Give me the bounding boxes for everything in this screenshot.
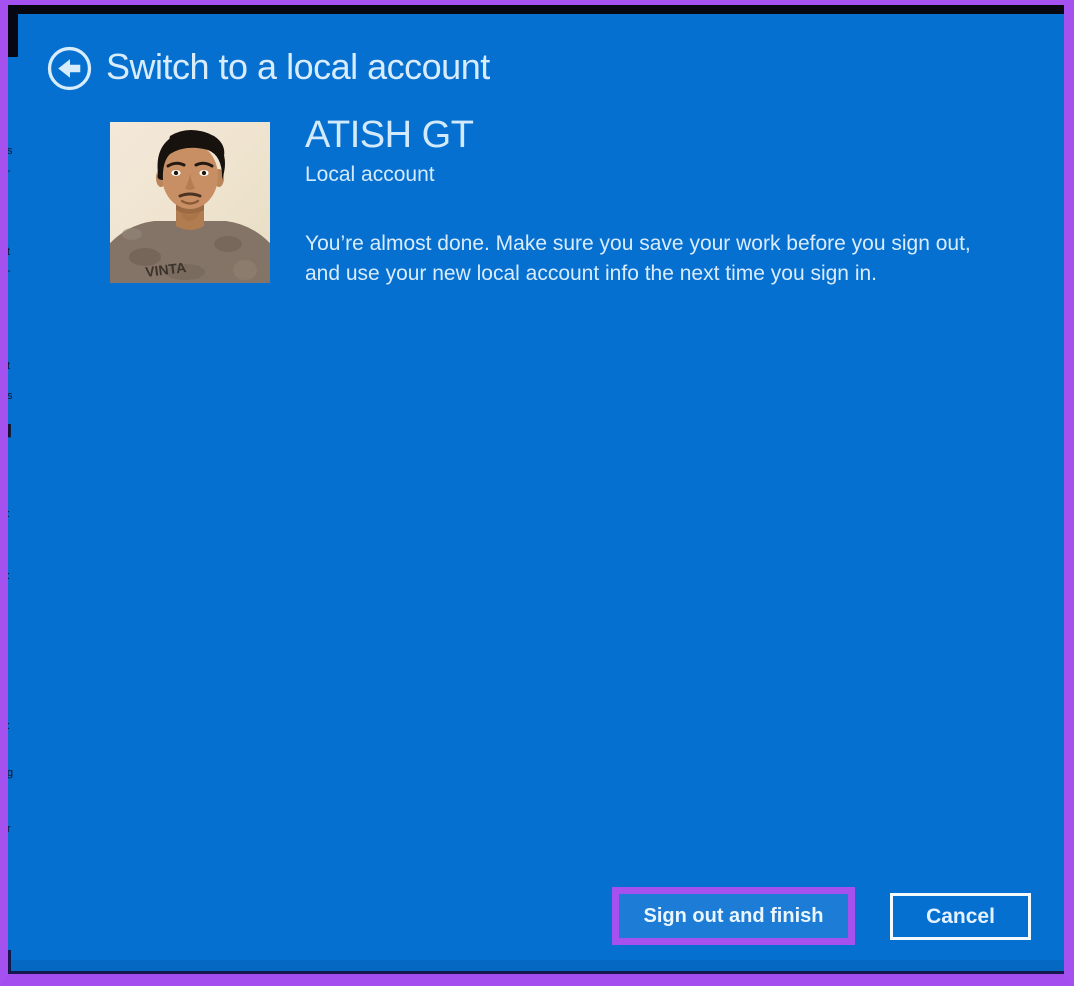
background-text-fragment: : [7, 570, 11, 582]
window-frame-left-corner [8, 5, 18, 57]
background-text-fragment: - [7, 265, 11, 277]
window-frame-bottom-left-line [8, 950, 11, 975]
background-text-fragment: : [7, 508, 11, 520]
background-text-fragment: s [7, 145, 13, 157]
dialog-switch-local-account: Switch to a local account VINTA ATISH GT… [0, 0, 1074, 986]
background-text-fragment: t [7, 246, 11, 258]
page-title: Switch to a local account [106, 46, 490, 87]
background-text-fragment: t [7, 360, 11, 372]
background-text-fragment: ▏ [7, 617, 16, 629]
avatar-photo: VINTA [110, 122, 270, 283]
background-text-fragment: g [7, 767, 14, 779]
background-text-fragment: s [7, 390, 13, 402]
back-arrow-icon [46, 45, 93, 92]
background-text-fragment: : [7, 720, 11, 732]
background-text-fragment: - [7, 165, 11, 177]
account-name: ATISH GT [305, 114, 474, 156]
sign-out-and-finish-button[interactable]: Sign out and finish [619, 894, 848, 938]
avatar: VINTA [110, 122, 270, 283]
annotation-highlight-box: Sign out and finish [612, 887, 855, 945]
background-text-fragment: ▌ [7, 425, 15, 437]
cancel-button[interactable]: Cancel [890, 893, 1031, 940]
background-text-fragment: r [7, 823, 11, 835]
signout-description: You’re almost done. Make sure you save y… [305, 232, 971, 285]
back-button[interactable] [46, 45, 93, 92]
window-frame-bottom-line [8, 971, 1064, 975]
window-frame-top-edge [8, 5, 1064, 14]
account-type-label: Local account [305, 163, 435, 186]
